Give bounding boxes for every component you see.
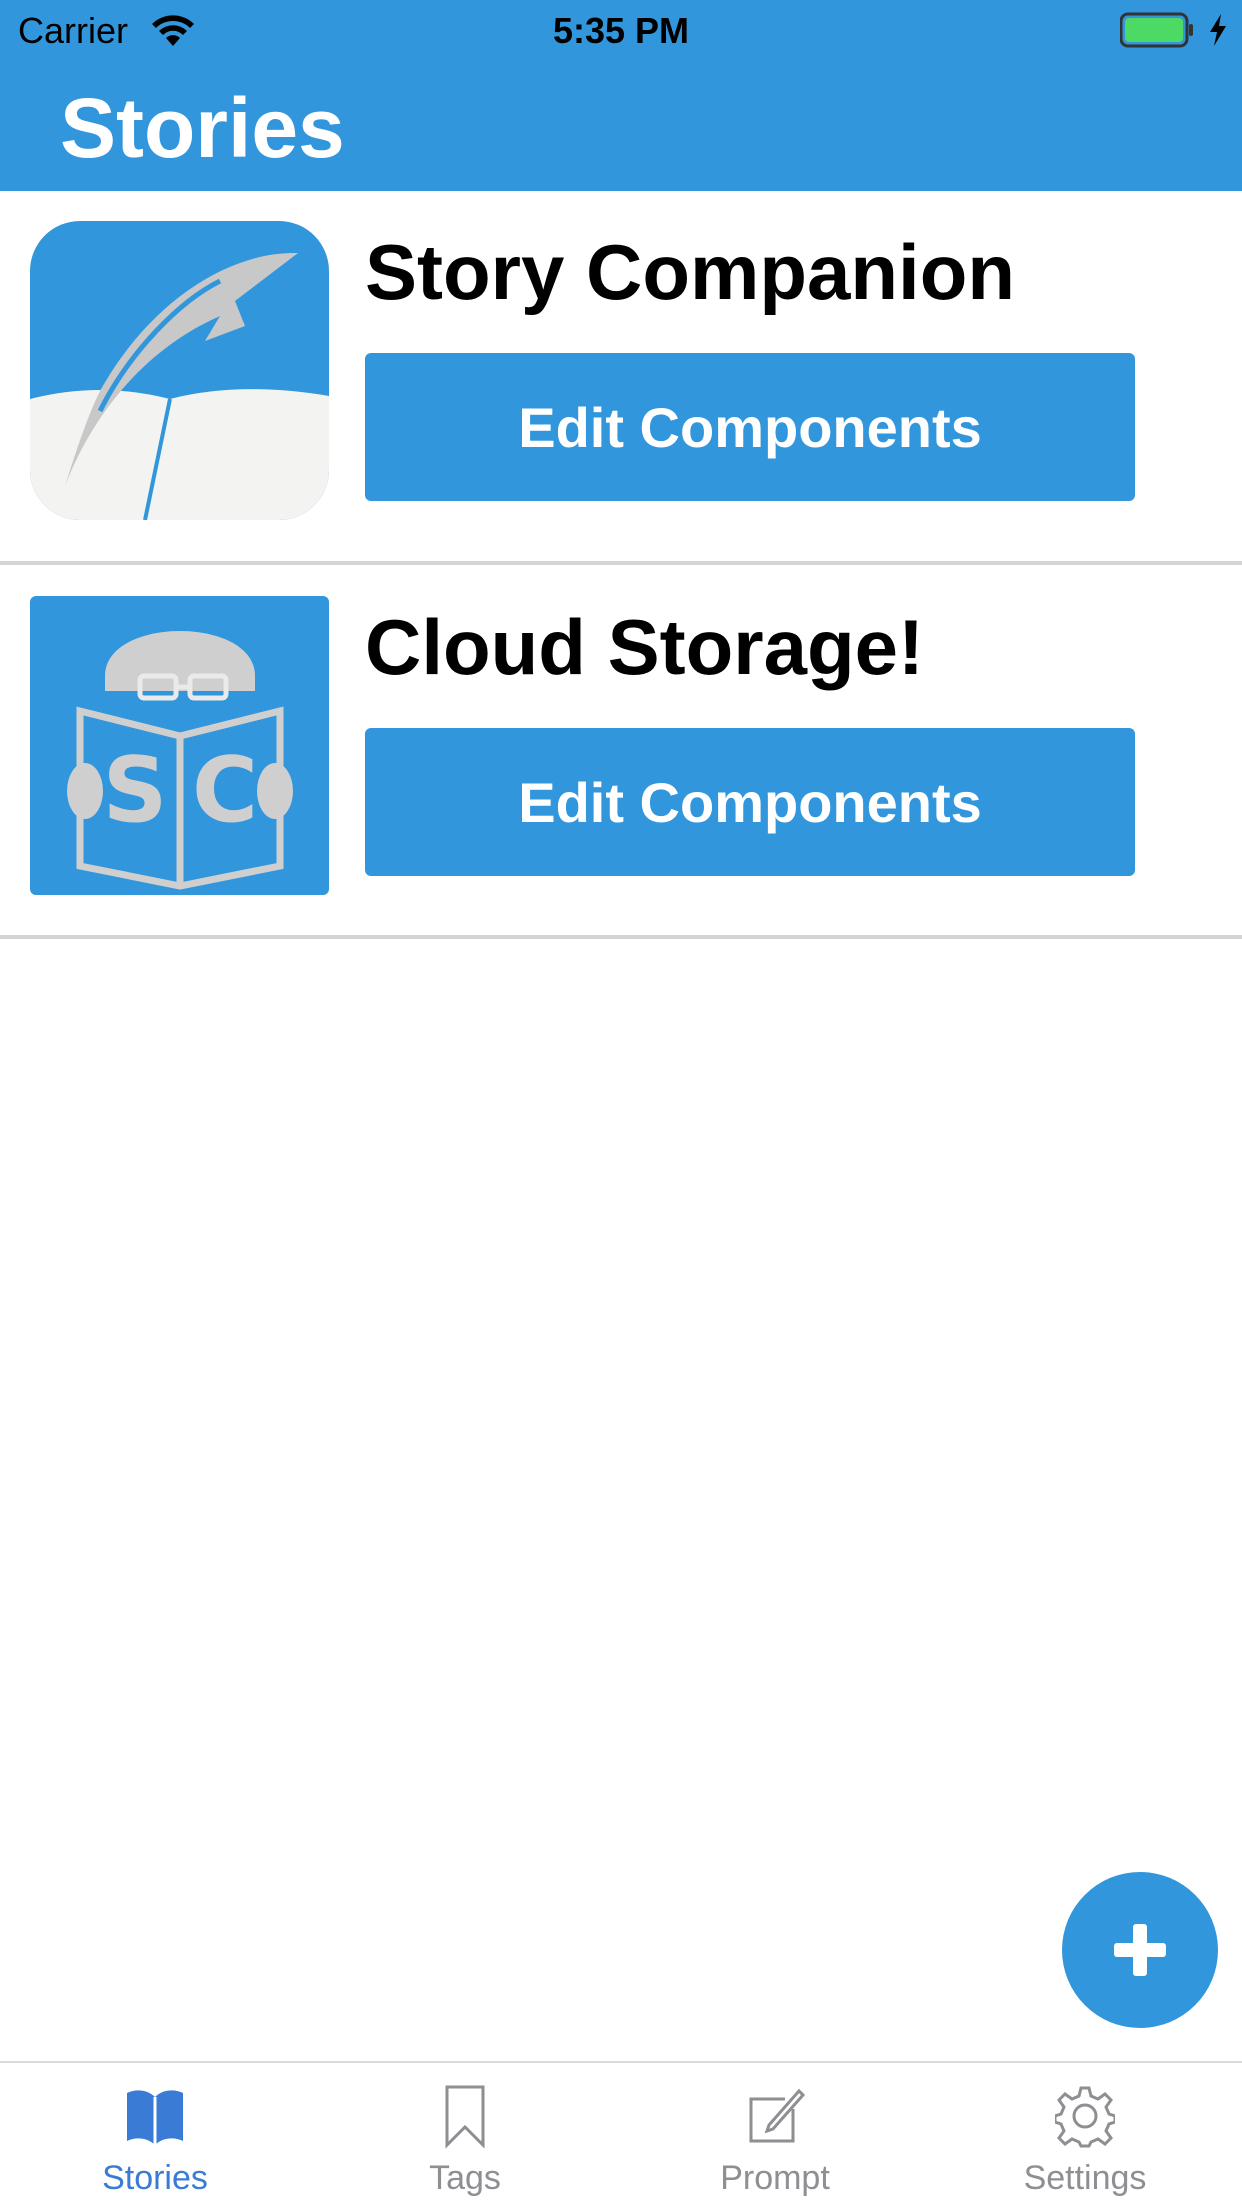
tab-label: Tags [429, 2159, 501, 2197]
gear-icon [1055, 2086, 1115, 2148]
tab-prompt[interactable]: Prompt [620, 2063, 930, 2210]
tab-tags[interactable]: Tags [310, 2063, 620, 2210]
clock: 5:35 PM [552, 10, 690, 51]
bookmark-icon [445, 2085, 485, 2149]
add-story-button[interactable] [1062, 1872, 1218, 2028]
story-row[interactable]: Story Companion Edit Components [0, 191, 1242, 565]
svg-text:S: S [103, 738, 168, 843]
tab-bar: Stories Tags Prompt Settings [0, 2061, 1242, 2210]
row-divider [0, 561, 1242, 565]
story-title: Story Companion [365, 228, 1016, 316]
tab-label: Prompt [720, 2159, 830, 2197]
status-bar: Carrier 5:35 PM [0, 0, 1242, 62]
plus-icon [1114, 1924, 1166, 1976]
navigation-header: Carrier 5:35 PM Stories [0, 0, 1242, 191]
edit-components-button[interactable]: Edit Components [365, 353, 1135, 501]
charging-bolt-icon [1210, 14, 1226, 46]
battery-icon [1120, 12, 1193, 48]
feather-book-icon [30, 221, 329, 520]
tab-label: Stories [102, 2159, 208, 2197]
story-title: Cloud Storage! [365, 603, 924, 691]
tab-label: Settings [1023, 2159, 1147, 2197]
row-divider [0, 935, 1242, 939]
tab-settings[interactable]: Settings [930, 2063, 1240, 2210]
tab-stories[interactable]: Stories [0, 2063, 310, 2210]
page-title: Stories [60, 81, 345, 175]
sc-reader-icon: S C [30, 596, 329, 895]
edit-components-button[interactable]: Edit Components [365, 728, 1135, 876]
story-row[interactable]: S C Cloud Storage! Edit Components [0, 566, 1242, 940]
book-icon [127, 2090, 183, 2145]
svg-text:C: C [192, 738, 258, 843]
compose-icon [749, 2088, 805, 2143]
